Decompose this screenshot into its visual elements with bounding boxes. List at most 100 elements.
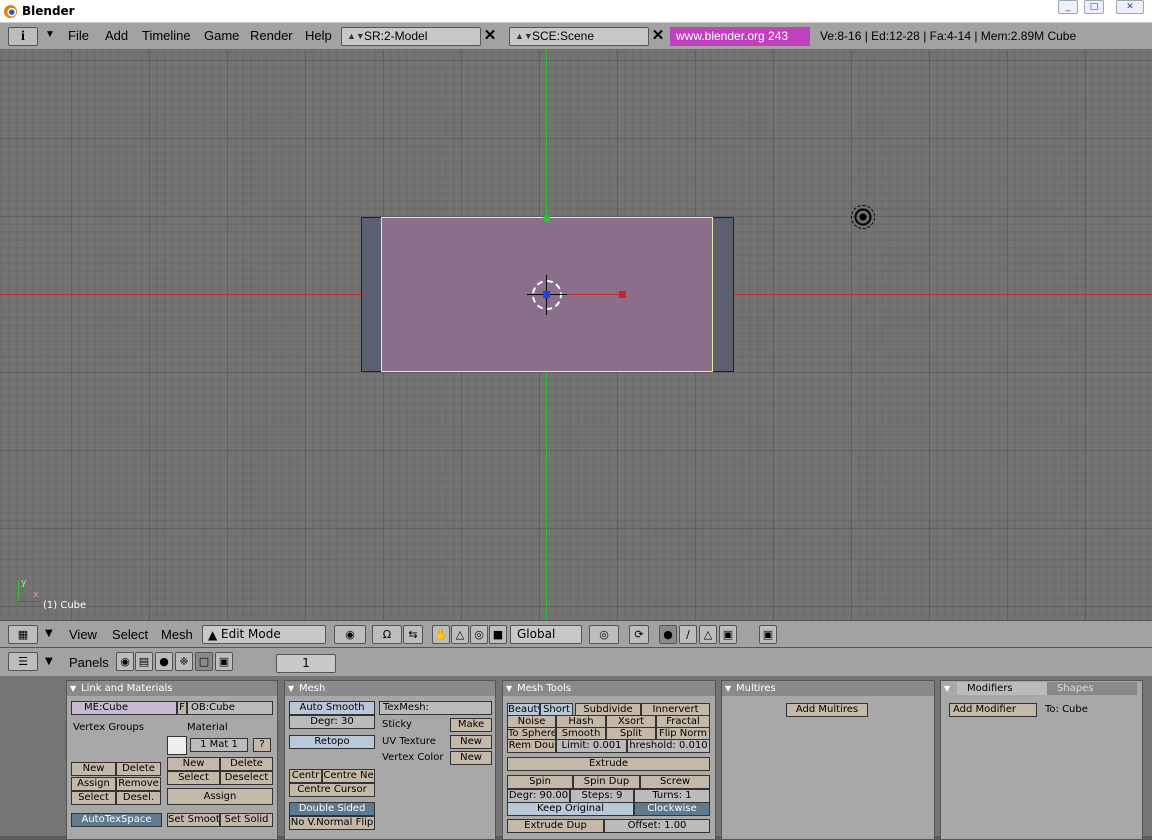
scene-select[interactable]: ▲▼ SCE:Scene	[509, 27, 649, 46]
pivot-icon[interactable]: Ω	[372, 625, 402, 644]
smooth-degree-field[interactable]: Degr: 30	[289, 715, 375, 729]
mesh-name-field[interactable]: ME:Cube	[71, 701, 177, 715]
material-select-button[interactable]: Select	[167, 771, 220, 785]
collapse-menu-icon[interactable]: ▼	[45, 656, 53, 667]
maximize-button[interactable]: □	[1084, 0, 1104, 14]
centre-button[interactable]: Centr	[289, 769, 322, 783]
turns-field[interactable]: Turns: 1	[634, 789, 710, 803]
menu-game[interactable]: Game	[204, 28, 239, 43]
proportional-edit-icon[interactable]: ◎	[589, 625, 619, 644]
uv-new-button[interactable]: New	[450, 735, 492, 749]
steps-field[interactable]: Steps: 9	[570, 789, 634, 803]
spin-button[interactable]: Spin	[507, 775, 573, 789]
screw-button[interactable]: Screw	[640, 775, 710, 789]
material-delete-button[interactable]: Delete	[220, 757, 273, 771]
snap-icon[interactable]: ⟳	[629, 625, 649, 644]
material-assign-button[interactable]: Assign	[167, 788, 273, 805]
menu-add[interactable]: Add	[105, 28, 128, 43]
menu-view[interactable]: View	[69, 627, 97, 642]
sticky-make-button[interactable]: Make	[450, 718, 492, 732]
tab-modifiers[interactable]: Modifiers	[957, 682, 1047, 695]
keep-original-toggle[interactable]: Keep Original	[507, 802, 634, 816]
mode-select[interactable]: ▲ Edit Mode	[202, 625, 326, 644]
spin-degree-field[interactable]: Degr: 90.00	[507, 789, 570, 803]
vgroup-select-button[interactable]: Select	[71, 791, 116, 805]
script-icon[interactable]: ▤	[135, 652, 153, 671]
panel-title[interactable]: Multires	[722, 681, 934, 696]
menu-mesh[interactable]: Mesh	[161, 627, 193, 642]
autotexspace-toggle[interactable]: AutoTexSpace	[71, 813, 162, 827]
material-new-button[interactable]: New	[167, 757, 220, 771]
material-help-button[interactable]: ?	[253, 738, 271, 752]
limit-visible-icon[interactable]: ▣	[719, 625, 737, 644]
mesh-right-face[interactable]	[712, 217, 734, 372]
spin-dup-button[interactable]: Spin Dup	[573, 775, 640, 789]
set-smooth-button[interactable]: Set Smoot	[167, 813, 220, 827]
vgroup-deselect-button[interactable]: Desel.	[116, 791, 161, 805]
menu-help[interactable]: Help	[305, 28, 332, 43]
panel-title[interactable]: Mesh	[285, 681, 495, 696]
lamp-icon[interactable]	[851, 205, 875, 229]
mesh-left-face[interactable]	[361, 217, 382, 372]
panel-title[interactable]: Mesh Tools	[503, 681, 715, 696]
grid-icon[interactable]: ▦	[8, 625, 38, 644]
draw-type-icon[interactable]: ◉	[334, 625, 366, 644]
close-button[interactable]: ✕	[1116, 0, 1144, 14]
menu-file[interactable]: File	[68, 28, 89, 43]
collapse-menu-icon[interactable]: ▼	[45, 29, 55, 40]
editing-icon[interactable]: □	[195, 652, 213, 671]
y-manipulator-handle[interactable]	[543, 215, 550, 222]
clockwise-toggle[interactable]: Clockwise	[634, 802, 710, 816]
retopo-toggle[interactable]: Retopo	[289, 735, 375, 749]
menu-timeline[interactable]: Timeline	[142, 28, 191, 43]
centre-cursor-button[interactable]: Centre Cursor	[289, 783, 375, 797]
menu-render[interactable]: Render	[250, 28, 293, 43]
logic-icon[interactable]: ◉	[116, 652, 134, 671]
3d-viewport[interactable]: y x (1) Cube	[0, 50, 1152, 620]
material-deselect-button[interactable]: Deselect	[220, 771, 273, 785]
limit-field[interactable]: Limit: 0.001	[556, 739, 627, 753]
object-name-field[interactable]: OB:Cube	[187, 701, 273, 715]
widget-toggle-icon[interactable]: ⇆	[403, 625, 423, 644]
collapse-menu-icon[interactable]: ▼	[45, 628, 53, 639]
delete-scene-button[interactable]: ✕	[649, 27, 667, 46]
x-manipulator-handle[interactable]	[619, 291, 626, 298]
edge-select-icon[interactable]: ∕	[679, 625, 697, 644]
vgroup-remove-button[interactable]: Remove	[116, 777, 161, 791]
fake-user-button[interactable]: F	[177, 701, 187, 715]
rotate-icon[interactable]: ◎	[470, 625, 488, 644]
frame-field[interactable]: 1	[276, 654, 336, 673]
hand-icon[interactable]: ✋	[432, 625, 450, 644]
extrude-button[interactable]: Extrude	[507, 757, 710, 771]
shading-icon[interactable]: ●	[155, 652, 173, 671]
vgroup-delete-button[interactable]: Delete	[116, 762, 161, 776]
scale-icon[interactable]: ■	[489, 625, 507, 644]
extrude-dup-button[interactable]: Extrude Dup	[507, 819, 604, 833]
auto-smooth-toggle[interactable]: Auto Smooth	[289, 701, 375, 715]
centre-new-button[interactable]: Centre Ne	[322, 769, 375, 783]
panel-title[interactable]: Link and Materials	[67, 681, 277, 696]
render-icon[interactable]: ▣	[759, 625, 777, 644]
buttons-window-icon[interactable]: ☰	[8, 652, 38, 671]
object-origin[interactable]	[543, 291, 550, 298]
vgroup-new-button[interactable]: New	[71, 762, 116, 776]
scene-icon[interactable]: ▣	[215, 652, 233, 671]
window-type-icon[interactable]: i	[8, 27, 38, 46]
add-multires-button[interactable]: Add Multires	[786, 703, 868, 717]
minimize-button[interactable]: _	[1058, 0, 1078, 14]
no-vnormal-flip-toggle[interactable]: No V.Normal Flip	[289, 816, 375, 830]
threshold-field[interactable]: hreshold: 0.010	[627, 739, 710, 753]
material-index-field[interactable]: 1 Mat 1	[190, 738, 248, 752]
add-modifier-button[interactable]: Add Modifier	[949, 703, 1037, 717]
vertex-select-icon[interactable]: ●	[659, 625, 677, 644]
rem-doubles-button[interactable]: Rem Dou	[507, 739, 556, 753]
set-solid-button[interactable]: Set Solid	[220, 813, 273, 827]
translate-icon[interactable]: △	[451, 625, 469, 644]
face-select-icon[interactable]: △	[699, 625, 717, 644]
delete-screen-button[interactable]: ✕	[481, 27, 499, 46]
object-icon[interactable]: ❈	[175, 652, 193, 671]
blender-org-link[interactable]: www.blender.org 243	[670, 27, 810, 46]
tab-shapes[interactable]: Shapes	[1047, 682, 1137, 695]
double-sided-toggle[interactable]: Double Sided	[289, 802, 375, 816]
offset-field[interactable]: Offset: 1.00	[604, 819, 710, 833]
